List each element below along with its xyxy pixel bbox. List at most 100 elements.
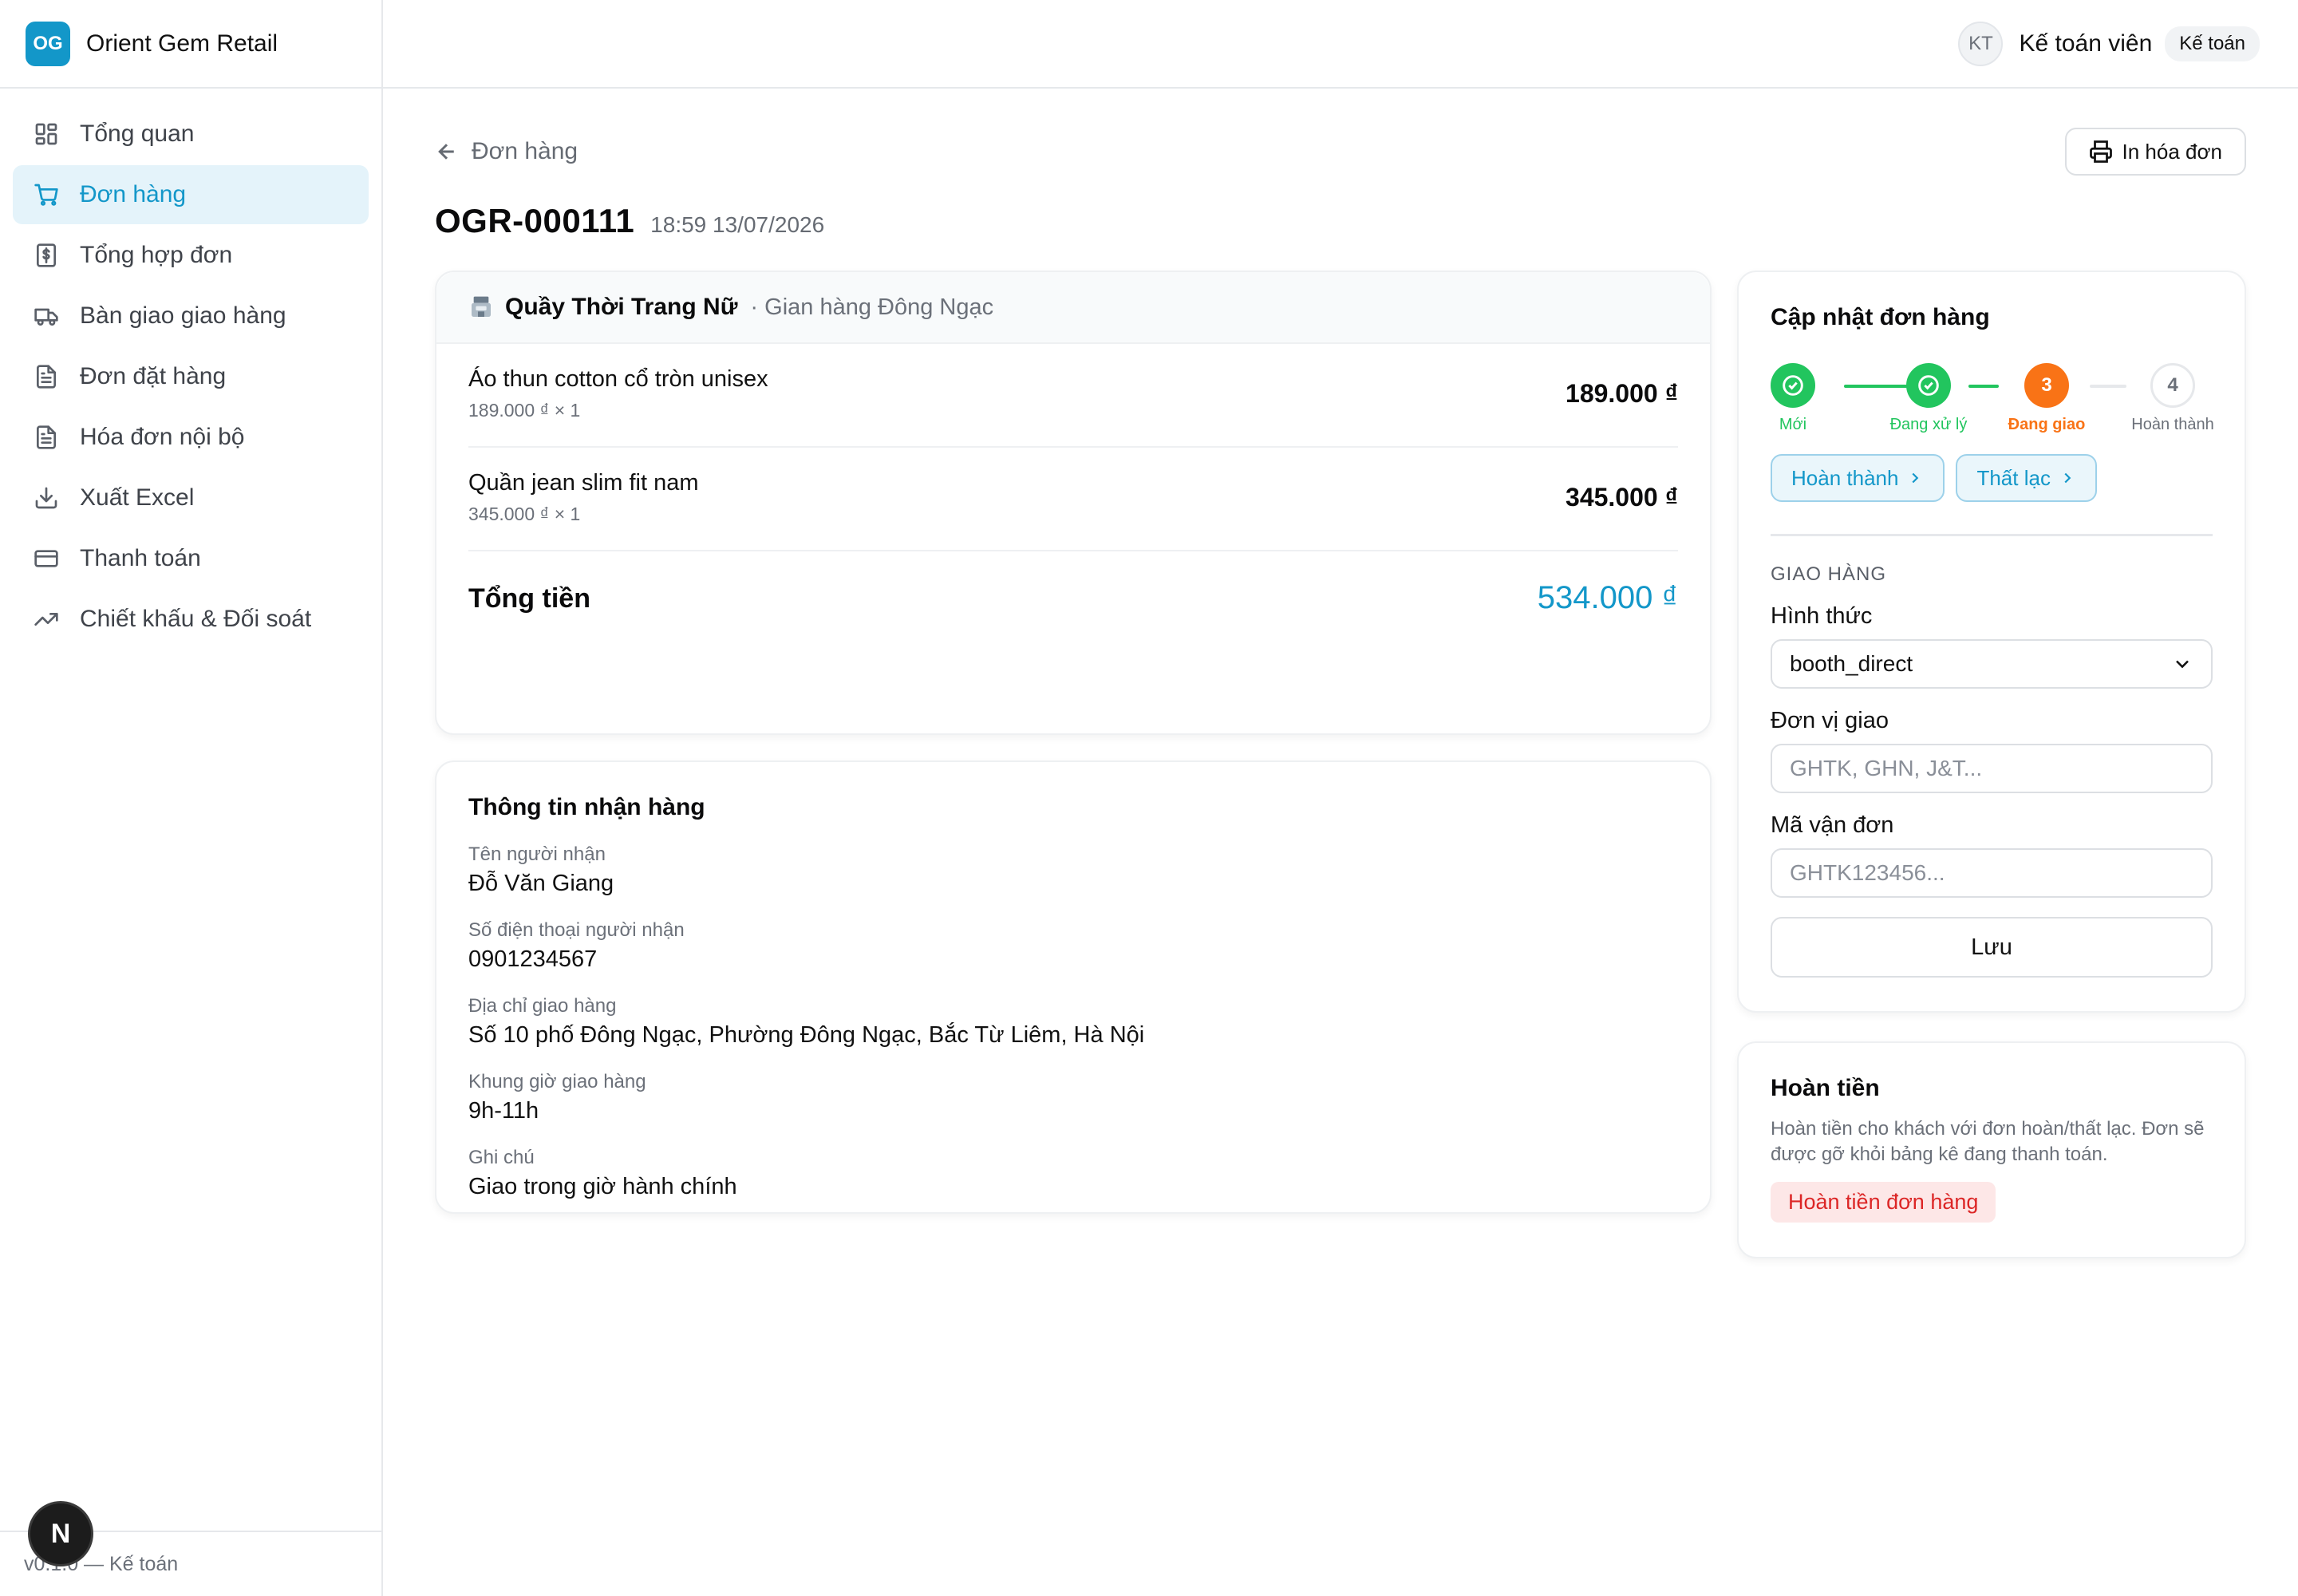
refund-title: Hoàn tiền — [1771, 1075, 1880, 1101]
receiver-info-card: Thông tin nhận hàng Tên người nhận Đỗ Vă… — [435, 760, 1712, 1214]
printer-icon — [2089, 140, 2112, 163]
delivery-method-select[interactable]: booth_direct — [1771, 639, 2213, 689]
check-icon — [1771, 363, 1815, 408]
sidebar-item-label: Thanh toán — [80, 545, 201, 571]
refund-order-button[interactable]: Hoàn tiền đơn hàng — [1771, 1182, 1996, 1223]
page-title: OGR-000111 18:59 13/07/2026 — [435, 202, 824, 240]
update-title: Cập nhật đơn hàng — [1771, 304, 1990, 330]
brand-name: Orient Gem Retail — [86, 30, 278, 57]
sidebar-item-ban-giao[interactable]: Bàn giao giao hàng — [13, 286, 369, 346]
sidebar: OG Orient Gem Retail Tổng quan Đơn hàng … — [0, 0, 383, 1596]
item-name: Áo thun cotton cổ tròn unisex — [468, 366, 768, 392]
chevron-right-icon — [1912, 472, 1919, 484]
brand-logo: OG — [26, 21, 70, 66]
download-icon — [32, 484, 61, 512]
sidebar-item-label: Đơn đặt hàng — [80, 363, 227, 389]
divider — [1771, 534, 2213, 536]
note-value: Giao trong giờ hành chính — [468, 1174, 737, 1199]
sidebar-item-don-dat-hang[interactable]: Đơn đặt hàng — [13, 347, 369, 406]
sidebar-item-tong-hop-don[interactable]: Tổng hợp đơn — [13, 226, 369, 285]
tracking-label: Mã vận đơn — [1771, 812, 1894, 838]
sidebar-item-hoa-don-noi-bo[interactable]: Hóa đơn nội bộ — [13, 408, 369, 467]
delivery-method-value: booth_direct — [1790, 651, 1913, 676]
role-badge: Kế toán — [2165, 26, 2260, 61]
total-row: Tổng tiền 534.000 ₫ — [468, 551, 1678, 647]
store-name: Quầy Thời Trang Nữ — [505, 294, 738, 320]
topbar: KT Kế toán viên Kế toán — [383, 0, 2298, 89]
total-value: 534.000 ₫ — [1537, 580, 1678, 615]
total-label: Tổng tiền — [468, 583, 590, 614]
delivery-timeslot-value: 9h-11h — [468, 1098, 539, 1124]
dev-tools-badge[interactable]: N — [30, 1503, 91, 1564]
back-link[interactable]: Đơn hàng — [435, 138, 578, 165]
order-code: OGR-000111 — [435, 202, 635, 239]
store-header: Quầy Thời Trang Nữ · Gian hàng Đông Ngạc — [436, 272, 1710, 344]
cart-icon — [32, 180, 61, 209]
delivery-address-label: Địa chỉ giao hàng — [468, 995, 617, 1017]
item-name: Quần jean slim fit nam — [468, 470, 699, 496]
arrow-left-icon — [438, 144, 454, 160]
sidebar-nav: Tổng quan Đơn hàng Tổng hợp đơn Bàn giao… — [0, 89, 381, 666]
step-new: Mới — [1745, 363, 1841, 434]
refund-description: Hoàn tiền cho khách với đơn hoàn/thất lạ… — [1771, 1118, 2205, 1165]
status-actions: Hoàn thành Thất lạc — [1771, 454, 2213, 502]
action-label: Thất lạc — [1976, 465, 2051, 490]
sidebar-item-label: Hóa đơn nội bộ — [80, 424, 245, 450]
save-button[interactable]: Lưu — [1771, 917, 2213, 978]
check-icon — [1906, 363, 1951, 408]
receiver-name-value: Đỗ Văn Giang — [468, 871, 614, 896]
mark-lost-button[interactable]: Thất lạc — [1956, 454, 2097, 502]
item-unit-qty: 189.000 ₫ × 1 — [468, 400, 581, 421]
status-stepper: Mới Đang xử lý 3 Đang giao 4 Hoàn thành — [1771, 363, 2214, 443]
step-processing: Đang xử lý — [1881, 363, 1976, 434]
sidebar-item-label: Xuất Excel — [80, 484, 195, 511]
trending-up-icon — [32, 605, 61, 634]
sidebar-item-xuat-excel[interactable]: Xuất Excel — [13, 468, 369, 527]
sidebar-item-tong-quan[interactable]: Tổng quan — [13, 105, 369, 164]
tracking-code-input[interactable]: GHTK123456... — [1771, 848, 2213, 898]
sidebar-item-chiet-khau[interactable]: Chiết khấu & Đối soát — [13, 590, 369, 649]
item-price: 345.000 ₫ — [1566, 483, 1678, 512]
refund-card: Hoàn tiền Hoàn tiền cho khách với đơn ho… — [1737, 1041, 2246, 1258]
print-invoice-button[interactable]: In hóa đơn — [2064, 128, 2246, 176]
step-label: Đang xử lý — [1889, 416, 1968, 433]
chevron-right-icon — [2064, 472, 2071, 484]
delivery-section-title: GIAO HÀNG — [1771, 563, 1887, 585]
document-icon — [32, 423, 61, 452]
dollar-receipt-icon — [32, 241, 61, 270]
document-icon — [32, 362, 61, 391]
store-location: · Gian hàng Đông Ngạc — [750, 294, 994, 320]
avatar[interactable]: KT — [1958, 21, 2004, 66]
store-icon — [472, 296, 491, 317]
sidebar-item-don-hang[interactable]: Đơn hàng — [13, 165, 369, 224]
delivery-address-value: Số 10 phố Đông Ngạc, Phường Đông Ngạc, B… — [468, 1022, 1145, 1048]
chevron-down-icon — [2176, 660, 2189, 669]
print-label: In hóa đơn — [2122, 139, 2222, 164]
brand[interactable]: OG Orient Gem Retail — [0, 0, 381, 89]
sidebar-item-label: Chiết khấu & Đối soát — [80, 606, 312, 632]
step-number: 3 — [2024, 363, 2069, 408]
carrier-placeholder: GHTK, GHN, J&T... — [1790, 756, 1983, 780]
receiver-phone-value: 0901234567 — [468, 946, 598, 972]
sidebar-item-label: Tổng quan — [80, 120, 195, 147]
user-name: Kế toán viên — [2019, 30, 2153, 57]
order-item-row: Áo thun cotton cổ tròn unisex 189.000 ₫ … — [468, 344, 1678, 448]
step-label: Mới — [1779, 416, 1807, 433]
step-connector — [2090, 385, 2126, 388]
note-label: Ghi chú — [468, 1147, 535, 1168]
step-label: Hoàn thành — [2131, 416, 2214, 433]
mark-completed-button[interactable]: Hoàn thành — [1771, 454, 1945, 502]
receiver-name-label: Tên người nhận — [468, 843, 606, 865]
receiver-phone-label: Số điện thoại người nhận — [468, 919, 685, 941]
back-label: Đơn hàng — [472, 138, 578, 164]
order-item-row: Quần jean slim fit nam 345.000 ₫ × 1 345… — [468, 448, 1678, 551]
step-completed: 4 Hoàn thành — [2125, 363, 2221, 434]
sidebar-item-thanh-toan[interactable]: Thanh toán — [13, 529, 369, 588]
order-update-card: Cập nhật đơn hàng Mới Đang xử lý 3 Đang … — [1737, 271, 2246, 1013]
step-number: 4 — [2150, 363, 2195, 408]
sidebar-item-label: Đơn hàng — [80, 181, 187, 207]
carrier-input[interactable]: GHTK, GHN, J&T... — [1771, 744, 2213, 793]
receiver-title: Thông tin nhận hàng — [468, 794, 705, 820]
sidebar-item-label: Bàn giao giao hàng — [80, 302, 286, 329]
step-shipping: 3 Đang giao — [1999, 363, 2095, 434]
